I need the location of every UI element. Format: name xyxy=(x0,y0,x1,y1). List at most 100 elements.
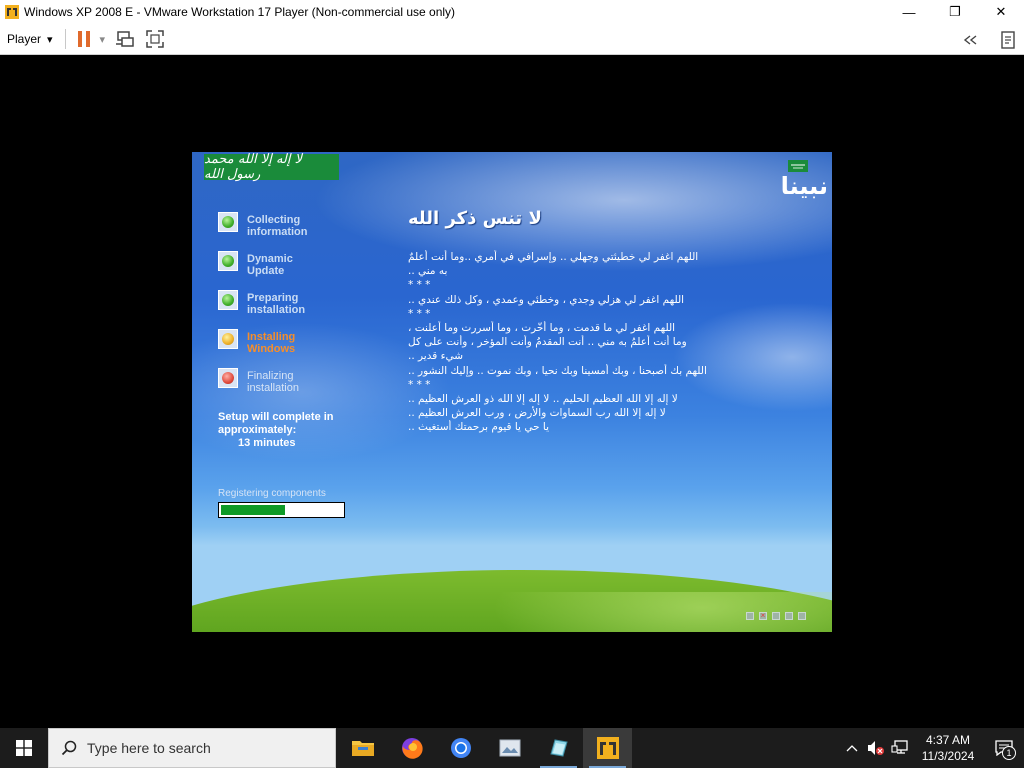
arabic-heading: لا تنس ذكر الله xyxy=(408,208,542,229)
step-label: Collecting information xyxy=(247,214,308,238)
folder-icon xyxy=(351,741,374,756)
step-checkbox xyxy=(218,212,238,232)
step-collecting-information: Collecting information xyxy=(218,212,358,251)
time-remaining: Setup will complete in approximately: 13… xyxy=(218,411,334,450)
slide-nav-marker xyxy=(785,612,793,620)
time-remaining-minutes: 13 minutes xyxy=(238,437,296,449)
slide-nav-marker xyxy=(798,612,806,620)
taskbar-apps xyxy=(338,728,632,768)
firefox-icon xyxy=(401,738,423,759)
pause-button[interactable]: ▾ xyxy=(76,30,106,48)
minimize-button[interactable]: — xyxy=(886,0,932,24)
arabic-text-line: لا إله إلا الله العظيم الحليم .. لا إله … xyxy=(408,393,678,406)
close-icon: ✕ xyxy=(995,4,1007,19)
vmware-icon xyxy=(596,737,619,759)
disk-tool-icon xyxy=(549,739,568,757)
green-bullet-icon xyxy=(222,294,234,306)
window-title: Windows XP 2008 E - VMware Workstation 1… xyxy=(24,5,456,19)
step-checkbox xyxy=(218,290,238,310)
network-icon xyxy=(891,740,908,754)
taskbar-clock[interactable]: 4:37 AM 11/3/2024 xyxy=(912,732,984,764)
progress-label: Registering components xyxy=(218,488,326,499)
taskbar-search-box[interactable]: Type here to search xyxy=(48,728,336,768)
volume-button[interactable] xyxy=(864,728,888,768)
window-titlebar: Windows XP 2008 E - VMware Workstation 1… xyxy=(0,0,1024,24)
search-icon xyxy=(61,740,77,756)
step-preparing-installation: Preparing installation xyxy=(218,290,358,329)
step-finalizing-installation: Finalizing installation xyxy=(218,368,358,407)
slide-nav-marker: × xyxy=(759,611,767,620)
slide-nav-marker xyxy=(746,612,754,620)
step-dynamic-update: Dynamic Update xyxy=(218,251,358,290)
red-bullet-icon xyxy=(222,372,234,384)
arabic-text-line: وما أنت أعلمُ به مني .. أنت المقدمُ وأنت… xyxy=(408,336,687,349)
pause-icon xyxy=(77,31,90,47)
taskbar-chrome[interactable] xyxy=(436,728,485,768)
restore-icon: ❐ xyxy=(949,4,961,19)
show-hidden-icons-button[interactable] xyxy=(840,728,864,768)
step-checkbox xyxy=(218,329,238,349)
slide-nav: × xyxy=(746,612,806,620)
xp-setup-screen: لا إله إلا الله محمد رسول الله نبينا Col… xyxy=(192,152,832,632)
step-label: Preparing installation xyxy=(247,292,306,316)
vmware-icon xyxy=(5,5,19,19)
vmware-toolbar: Player ▾ ▾ xyxy=(0,24,1024,55)
arabic-text-line: به مني .. xyxy=(408,265,448,278)
windows-taskbar: Type here to search 4:37 AM 11/3/2024 1 xyxy=(0,728,1024,768)
time-remaining-line1: Setup will complete in xyxy=(218,411,334,423)
clock-time: 4:37 AM xyxy=(925,733,971,747)
arabic-text-line: لا إله إلا الله رب السماوات والأرض ، ورب… xyxy=(408,407,666,420)
arabic-text-line: اللهم اغفر لي هزلي وجدي ، وخطئي وعمدي ، … xyxy=(408,293,685,306)
toolbar-divider xyxy=(64,29,66,49)
arabic-text-line: * * * xyxy=(408,307,431,320)
action-center-button[interactable]: 1 xyxy=(984,728,1024,768)
taskbar-firefox[interactable] xyxy=(387,728,436,768)
step-installing-windows: Installing Windows xyxy=(218,329,358,368)
clock-date: 11/3/2024 xyxy=(921,749,975,763)
close-button[interactable]: ✕ xyxy=(978,0,1024,24)
step-label: Finalizing installation xyxy=(247,370,299,394)
network-button[interactable] xyxy=(888,728,912,768)
notes-icon[interactable] xyxy=(1000,30,1016,49)
fullscreen-button[interactable] xyxy=(145,29,165,49)
collapse-toolbar-icon[interactable] xyxy=(962,34,978,46)
arabic-text-line: * * * xyxy=(408,279,431,292)
step-checkbox xyxy=(218,368,238,388)
maximize-button[interactable]: ❐ xyxy=(932,0,978,24)
step-label: Dynamic Update xyxy=(247,253,293,277)
search-placeholder: Type here to search xyxy=(87,740,211,756)
chevron-down-icon: ▾ xyxy=(47,33,53,46)
step-checkbox xyxy=(218,251,238,271)
minimize-icon: — xyxy=(902,4,916,20)
taskbar-file-explorer[interactable] xyxy=(338,728,387,768)
arabic-text-line: شيء قدير .. xyxy=(408,350,464,363)
arabic-text-line: اللهم اغفر لي ما قدمت ، وما أخّرت ، وما … xyxy=(408,322,676,335)
start-button[interactable] xyxy=(0,728,48,768)
arabic-text-line: * * * xyxy=(408,378,431,391)
player-menu-label: Player xyxy=(7,32,42,46)
chrome-icon xyxy=(450,738,471,758)
volume-muted-icon xyxy=(868,741,884,755)
system-tray: 4:37 AM 11/3/2024 1 xyxy=(840,728,1024,768)
chevron-up-icon xyxy=(846,745,858,752)
chevron-down-icon: ▾ xyxy=(99,33,106,46)
image-viewer-icon xyxy=(499,739,520,757)
taskbar-vmware-player[interactable] xyxy=(583,728,632,768)
arabic-text-block: اللهم اغفر لي خطيئتي وجهلي .. وإسرافي في… xyxy=(408,250,753,435)
fullscreen-icon xyxy=(146,30,164,48)
green-bullet-icon xyxy=(222,255,234,267)
setup-steps-list: Collecting information Dynamic Update Pr… xyxy=(218,212,358,407)
vm-display[interactable]: لا إله إلا الله محمد رسول الله نبينا Col… xyxy=(0,55,1024,728)
network-devices-icon xyxy=(116,31,134,47)
arabic-text-line: اللهم بك أصبحنا ، وبك أمسينا وبك نحيا ، … xyxy=(408,364,707,377)
windows-logo-icon xyxy=(16,740,32,756)
arabic-text-line: اللهم اغفر لي خطيئتي وجهلي .. وإسرافي في… xyxy=(408,251,699,263)
taskbar-vm-tool[interactable] xyxy=(534,728,583,768)
taskbar-photos[interactable] xyxy=(485,728,534,768)
progress-fill xyxy=(221,505,286,515)
send-ctrl-alt-del-button[interactable] xyxy=(115,29,135,49)
arabic-text-line: يا حي يا قيوم برحمتك أستغيث .. xyxy=(408,421,550,434)
step-label: Installing Windows xyxy=(247,331,296,355)
player-menu-button[interactable]: Player ▾ xyxy=(7,32,53,46)
flag-calligraphy: لا إله إلا الله محمد رسول الله xyxy=(204,152,303,182)
